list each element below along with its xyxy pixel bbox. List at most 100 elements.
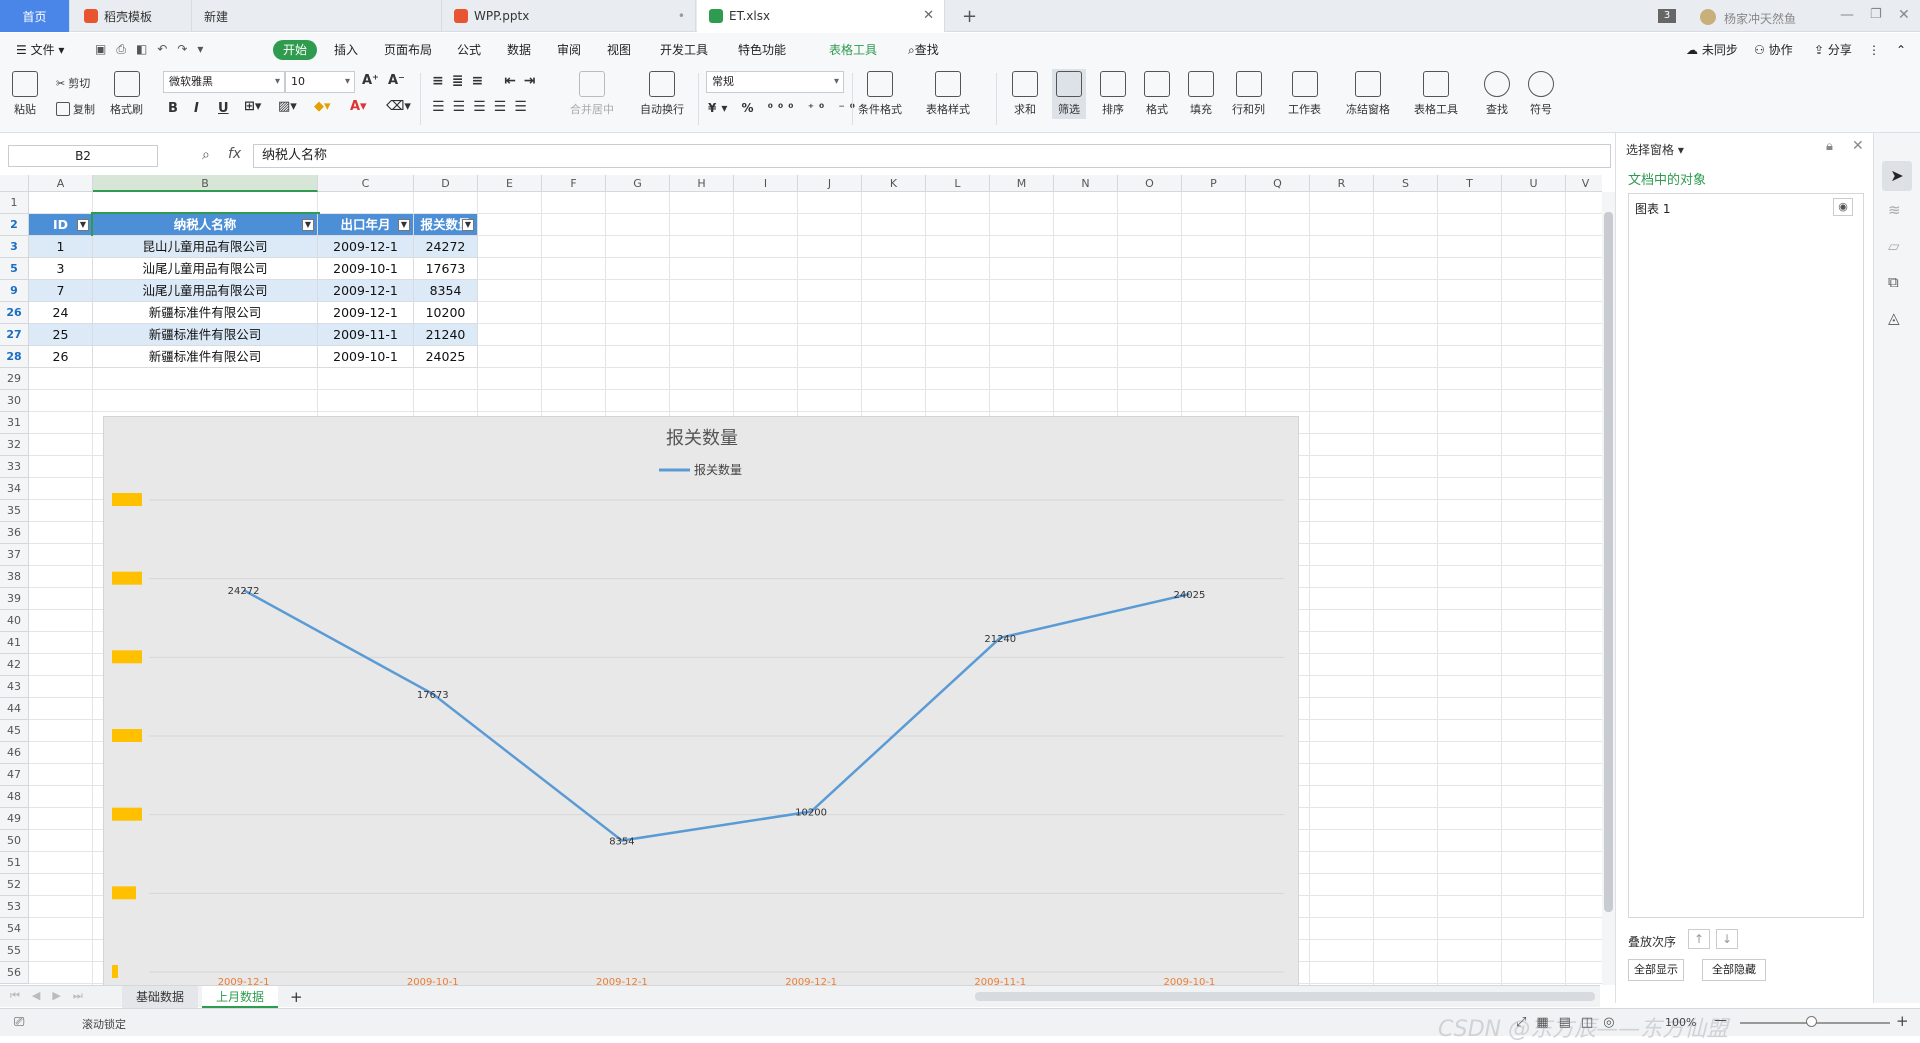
sheet-nav-icons[interactable]: ⏮◀▶⏭ (10, 989, 95, 1003)
column-header[interactable]: K (862, 175, 926, 192)
tab-data[interactable]: 数据 (501, 40, 537, 60)
close-window-icon[interactable]: ✕ (1898, 7, 1910, 23)
border-icon[interactable]: ⊞▾ (244, 99, 261, 114)
row-header[interactable]: 29 (0, 368, 29, 390)
row-header[interactable]: 53 (0, 896, 29, 918)
tab-review[interactable]: 审阅 (551, 40, 587, 60)
number-format-select[interactable]: 常规 (706, 71, 844, 93)
number-format-icons[interactable]: ¥▾ % ⁰⁰⁰ ⁺⁰ ⁻⁰ (708, 101, 860, 115)
row-header[interactable]: 30 (0, 390, 29, 412)
table-header-cell[interactable]: 出口年月 ▼ (318, 214, 414, 236)
column-header[interactable]: P (1182, 175, 1246, 192)
column-header[interactable]: C (318, 175, 414, 192)
table-tools-button[interactable]: 表格工具 (1414, 71, 1458, 117)
table-cell[interactable]: 汕尾儿童用品有限公司 (93, 258, 318, 280)
column-header[interactable]: A (29, 175, 93, 192)
column-header[interactable]: D (414, 175, 478, 192)
table-cell[interactable]: 2009-11-1 (318, 324, 414, 346)
tab-features[interactable]: 特色功能 (732, 40, 792, 60)
table-cell[interactable]: 新疆标准件有限公司 (93, 302, 318, 324)
table-header-cell[interactable]: ID ▼ (29, 214, 93, 236)
row-header[interactable]: 5 (0, 258, 29, 280)
row-header[interactable]: 1 (0, 192, 29, 214)
select-cursor-icon[interactable]: ➤ (1882, 161, 1912, 191)
column-header[interactable]: V (1566, 175, 1602, 192)
tab-et[interactable]: ET.xlsx ✕ (697, 0, 945, 32)
column-header[interactable]: Q (1246, 175, 1310, 192)
row-header[interactable]: 39 (0, 588, 29, 610)
row-header[interactable]: 51 (0, 852, 29, 874)
row-header[interactable]: 45 (0, 720, 29, 742)
row-header[interactable]: 32 (0, 434, 29, 456)
tab-close-icon[interactable]: ✕ (923, 8, 934, 23)
row-header[interactable]: 31 (0, 412, 29, 434)
avatar[interactable] (1700, 9, 1716, 25)
row-header[interactable]: 28 (0, 346, 29, 368)
column-header[interactable]: S (1374, 175, 1438, 192)
row-header[interactable]: 52 (0, 874, 29, 896)
user-name[interactable]: 杨家冲天然鱼 (1724, 10, 1796, 27)
object-item[interactable]: 图表 1 ◉ (1629, 194, 1863, 220)
filter-dropdown-icon[interactable]: ▼ (398, 219, 410, 231)
horizontal-scrollbar[interactable] (975, 992, 1595, 1001)
format-painter-button[interactable]: 格式刷 (110, 71, 143, 117)
freeze-button[interactable]: 冻结窗格 (1346, 71, 1390, 117)
table-cell[interactable]: 昆山儿童用品有限公司 (93, 236, 318, 258)
row-header[interactable]: 44 (0, 698, 29, 720)
tab-developer[interactable]: 开发工具 (654, 40, 714, 60)
table-cell[interactable]: 8354 (414, 280, 478, 302)
row-header[interactable]: 27 (0, 324, 29, 346)
copy-button[interactable]: 复制 (56, 101, 95, 117)
table-cell[interactable]: 17673 (414, 258, 478, 280)
vertical-scroll-thumb[interactable] (1604, 212, 1613, 912)
column-header[interactable]: J (798, 175, 862, 192)
row-header[interactable]: 37 (0, 544, 29, 566)
collab-button[interactable]: ⚇ 协作 (1748, 40, 1799, 60)
line-chart[interactable]: 报关数量 报关数量 2009-12-1 2009-10-1 2009-12-1 200… (103, 416, 1299, 988)
table-cell[interactable]: 26 (29, 346, 93, 368)
table-cell[interactable]: 24025 (414, 346, 478, 368)
format-button[interactable]: 格式 (1144, 71, 1170, 117)
fill-icon[interactable]: ▨▾ (278, 99, 297, 114)
formula-input[interactable]: 纳税人名称 (253, 144, 1611, 168)
column-header[interactable]: F (542, 175, 606, 192)
row-header[interactable]: 36 (0, 522, 29, 544)
tab-home[interactable]: 首页 (0, 0, 70, 32)
table-cell[interactable]: 7 (29, 280, 93, 302)
table-cell[interactable]: 新疆标准件有限公司 (93, 346, 318, 368)
clear-icon[interactable]: ⌫▾ (386, 99, 411, 114)
table-cell[interactable]: 25 (29, 324, 93, 346)
horizontal-align-icons[interactable]: ☰☰☰☰☰ (432, 99, 535, 115)
sync-button[interactable]: ☁ 未同步 (1680, 40, 1744, 60)
search-button[interactable]: ⌕查找 (902, 40, 945, 60)
table-cell[interactable]: 3 (29, 258, 93, 280)
row-header[interactable]: 50 (0, 830, 29, 852)
underline-icon[interactable]: U (218, 101, 229, 116)
table-cell[interactable]: 2009-10-1 (318, 258, 414, 280)
table-header-cell[interactable]: 纳税人名称 ▼ (91, 212, 320, 238)
row-header[interactable]: 40 (0, 610, 29, 632)
share-button[interactable]: ⇪ 分享 (1808, 40, 1858, 60)
font-size-select[interactable]: 10 (285, 71, 355, 93)
cut-button[interactable]: ✂ 剪切 (56, 75, 90, 91)
move-down-icon[interactable]: ↓ (1716, 929, 1738, 949)
font-name-select[interactable]: 微软雅黑 (163, 71, 285, 93)
font-shrink-icon[interactable]: A⁻ (388, 73, 405, 88)
fx-icon[interactable]: fx (228, 146, 241, 162)
table-style-button[interactable]: 表格样式 (926, 71, 970, 117)
layers-icon[interactable]: ◬ (1888, 309, 1900, 327)
series-line[interactable] (242, 589, 1190, 842)
more-icon[interactable]: ⋮ (1862, 40, 1886, 60)
style-icon[interactable]: ≋ (1888, 201, 1901, 219)
select-all-corner[interactable] (0, 175, 29, 192)
eye-icon[interactable]: ◉ (1833, 198, 1853, 216)
zoom-level[interactable]: 100% (1665, 1016, 1696, 1029)
tab-view[interactable]: 视图 (601, 40, 637, 60)
column-header[interactable]: M (990, 175, 1054, 192)
column-header[interactable]: B (93, 175, 318, 192)
filter-dropdown-icon[interactable]: ▼ (77, 219, 89, 231)
table-cell[interactable]: 24272 (414, 236, 478, 258)
properties-icon[interactable]: ▱ (1888, 237, 1900, 255)
column-header[interactable]: H (670, 175, 734, 192)
zoom-in-icon[interactable]: + (1896, 1012, 1909, 1030)
